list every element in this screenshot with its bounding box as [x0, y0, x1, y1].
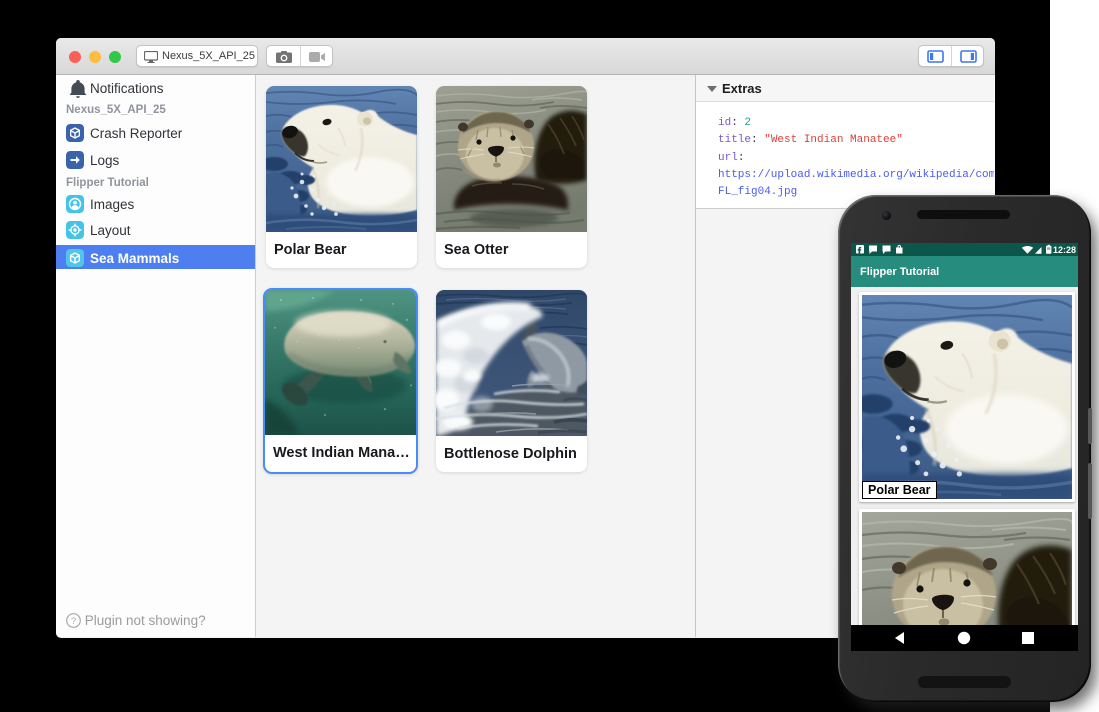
svg-text:?: ? — [71, 616, 76, 627]
svg-text:12:28: 12:28 — [1053, 245, 1076, 255]
